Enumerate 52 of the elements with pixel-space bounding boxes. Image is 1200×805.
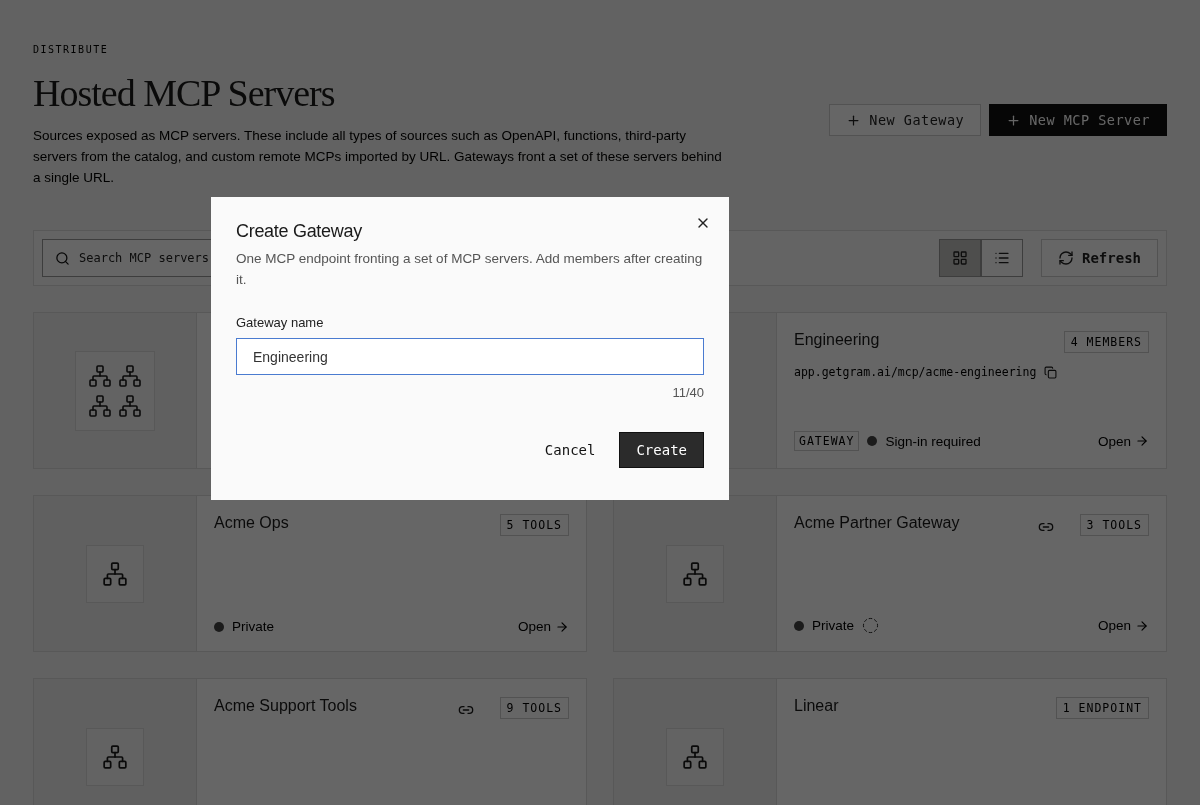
plus-icon xyxy=(1006,112,1022,128)
count-tag: 4 MEMBERS xyxy=(1063,331,1149,353)
network-icon xyxy=(102,560,128,587)
network-icon xyxy=(102,743,128,770)
new-gateway-button[interactable]: New Gateway xyxy=(829,104,982,136)
status-dot xyxy=(867,436,878,446)
status-dot xyxy=(214,621,224,632)
card-title: Engineering xyxy=(794,331,881,349)
card-title: Acme Support Tools xyxy=(214,697,358,715)
count-tag: 3 TOOLS xyxy=(1079,514,1149,536)
server-card[interactable]: Acme Partner Gateway 3 TOOLS Private Open xyxy=(613,495,1167,652)
grid-view-button[interactable] xyxy=(939,239,981,277)
status-label: Private xyxy=(232,619,275,634)
open-link[interactable]: Open xyxy=(1097,618,1149,633)
dialog-title: Create Gateway xyxy=(236,221,363,242)
arrow-right-icon xyxy=(555,619,569,634)
cancel-button[interactable]: Cancel xyxy=(544,442,596,458)
section-label: DISTRIBUTE xyxy=(33,44,110,55)
search-icon xyxy=(55,251,70,266)
plus-icon xyxy=(846,112,862,128)
refresh-button[interactable]: Refresh xyxy=(1041,239,1158,277)
field-label: Gateway name xyxy=(236,315,325,330)
refresh-icon xyxy=(1058,250,1074,266)
grid-icon xyxy=(952,250,968,266)
count-tag: 9 TOOLS xyxy=(499,697,569,719)
page-title: Hosted MCP Servers xyxy=(33,71,336,115)
card-title: Linear xyxy=(794,697,840,715)
server-card[interactable]: Acme Ops 5 TOOLS Private Open xyxy=(33,495,587,652)
count-tag: 5 TOOLS xyxy=(499,514,569,536)
server-card[interactable]: Acme Support Tools 9 TOOLS xyxy=(33,678,587,805)
list-view-button[interactable] xyxy=(981,239,1023,277)
open-link[interactable]: Open xyxy=(1097,433,1149,449)
status-dot xyxy=(794,620,804,631)
status-label: Private xyxy=(812,618,855,633)
gateway-name-field[interactable]: Engineering xyxy=(236,338,704,375)
type-tag: GATEWAY xyxy=(794,431,860,451)
network-icon xyxy=(682,560,708,587)
page-description: Sources exposed as MCP servers. These include all types of sources such as OpenAPI, functions, third-party servers from the catalog, and custom remote MCPs imported by URL. Gateways front a set of these servers behind a single URL. xyxy=(33,127,723,187)
count-tag: 1 ENDPOINT xyxy=(1055,697,1149,719)
list-icon xyxy=(994,250,1010,266)
copy-icon[interactable] xyxy=(1044,365,1058,379)
server-url: app.getgram.ai/mcp/acme-engineering xyxy=(794,365,1037,379)
server-card[interactable]: Linear 1 ENDPOINT xyxy=(613,678,1167,805)
open-link[interactable]: Open xyxy=(517,619,569,634)
status-label: Sign-in required xyxy=(885,433,981,449)
card-title: Acme Ops xyxy=(214,514,290,532)
network-icon xyxy=(682,743,708,770)
new-server-button[interactable]: New MCP Server xyxy=(989,104,1167,136)
card-title: Acme Partner Gateway xyxy=(794,514,961,532)
create-button[interactable]: Create xyxy=(619,432,704,468)
character-counter: 11/40 xyxy=(672,385,704,400)
network-icons-drawing xyxy=(88,363,142,418)
